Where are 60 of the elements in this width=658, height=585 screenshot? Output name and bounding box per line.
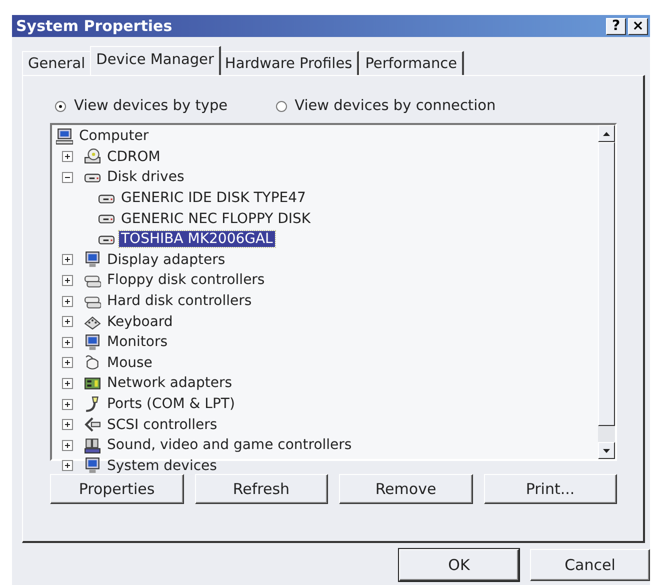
expand-icon[interactable] bbox=[62, 419, 73, 430]
ok-button[interactable]: OK bbox=[399, 549, 519, 581]
tree-item[interactable]: System devices bbox=[105, 458, 219, 474]
network-card-icon bbox=[84, 374, 101, 392]
close-button[interactable]: × bbox=[628, 18, 648, 34]
cd-drive-icon bbox=[84, 148, 101, 166]
scroll-up-icon bbox=[603, 132, 610, 136]
monitor-icon bbox=[84, 457, 101, 474]
expand-icon[interactable] bbox=[62, 296, 73, 307]
push-button[interactable]: Print... bbox=[484, 474, 617, 504]
tree-item[interactable]: GENERIC IDE DISK TYPE47 bbox=[119, 190, 308, 206]
expand-icon[interactable] bbox=[62, 274, 73, 286]
window-title: System Properties bbox=[16, 17, 174, 35]
tree-item[interactable]: SCSI controllers bbox=[105, 416, 220, 433]
tree-item[interactable]: Sound, video and game controllers bbox=[105, 437, 354, 454]
radio-button[interactable] bbox=[55, 100, 66, 112]
tab[interactable]: Device Manager bbox=[90, 46, 221, 75]
tree-item[interactable]: Hard disk controllers bbox=[105, 293, 254, 310]
expand-icon[interactable] bbox=[62, 440, 73, 451]
expand-icon[interactable] bbox=[62, 254, 73, 266]
help-button[interactable]: ? bbox=[606, 18, 626, 34]
tab[interactable]: Performance bbox=[359, 51, 464, 75]
monitor-icon bbox=[84, 334, 101, 351]
collapse-icon[interactable] bbox=[62, 172, 73, 183]
expand-icon[interactable] bbox=[62, 151, 73, 162]
tab[interactable]: General bbox=[22, 51, 92, 75]
scsi-connector-icon bbox=[84, 416, 101, 434]
scrollbar[interactable] bbox=[598, 125, 615, 459]
tree-item[interactable]: Ports (COM & LPT) bbox=[105, 396, 237, 412]
computer-icon bbox=[56, 128, 73, 145]
tree-item[interactable]: Floppy disk controllers bbox=[105, 272, 267, 288]
tree-item[interactable]: TOSHIBA MK2006GAL bbox=[119, 231, 275, 248]
radio-label[interactable]: View devices by type bbox=[74, 98, 228, 114]
tree-item[interactable]: CDROM bbox=[105, 148, 162, 165]
tree-item[interactable]: Computer bbox=[77, 128, 151, 144]
expand-icon[interactable] bbox=[62, 460, 73, 472]
tree-item[interactable]: Network adapters bbox=[105, 375, 234, 392]
mouse-icon bbox=[84, 354, 101, 372]
expand-icon[interactable] bbox=[62, 336, 73, 348]
expand-icon[interactable] bbox=[62, 398, 73, 410]
sound-device-icon bbox=[84, 436, 101, 454]
scroll-down-icon bbox=[603, 448, 610, 452]
radio-button[interactable] bbox=[276, 100, 287, 112]
push-button[interactable]: Remove bbox=[339, 474, 472, 504]
tree-item[interactable]: Disk drives bbox=[105, 169, 186, 186]
monitor-icon bbox=[84, 251, 101, 268]
cancel-button[interactable]: Cancel bbox=[530, 549, 650, 581]
push-button[interactable]: Properties bbox=[50, 474, 184, 504]
tree-item[interactable]: Display adapters bbox=[105, 252, 228, 268]
expand-icon[interactable] bbox=[62, 316, 73, 328]
tab[interactable]: Hardware Profiles bbox=[218, 51, 360, 75]
tree-item[interactable]: Keyboard bbox=[105, 314, 175, 330]
tree-item[interactable]: Monitors bbox=[105, 334, 170, 350]
expand-icon[interactable] bbox=[62, 378, 73, 389]
push-button[interactable]: Refresh bbox=[194, 474, 328, 504]
radio-label[interactable]: View devices by connection bbox=[294, 98, 496, 114]
expand-icon[interactable] bbox=[62, 357, 73, 368]
tree-item[interactable]: Mouse bbox=[105, 354, 154, 371]
tree-item[interactable]: GENERIC NEC FLOPPY DISK bbox=[119, 210, 313, 227]
port-connector-icon bbox=[84, 396, 101, 413]
